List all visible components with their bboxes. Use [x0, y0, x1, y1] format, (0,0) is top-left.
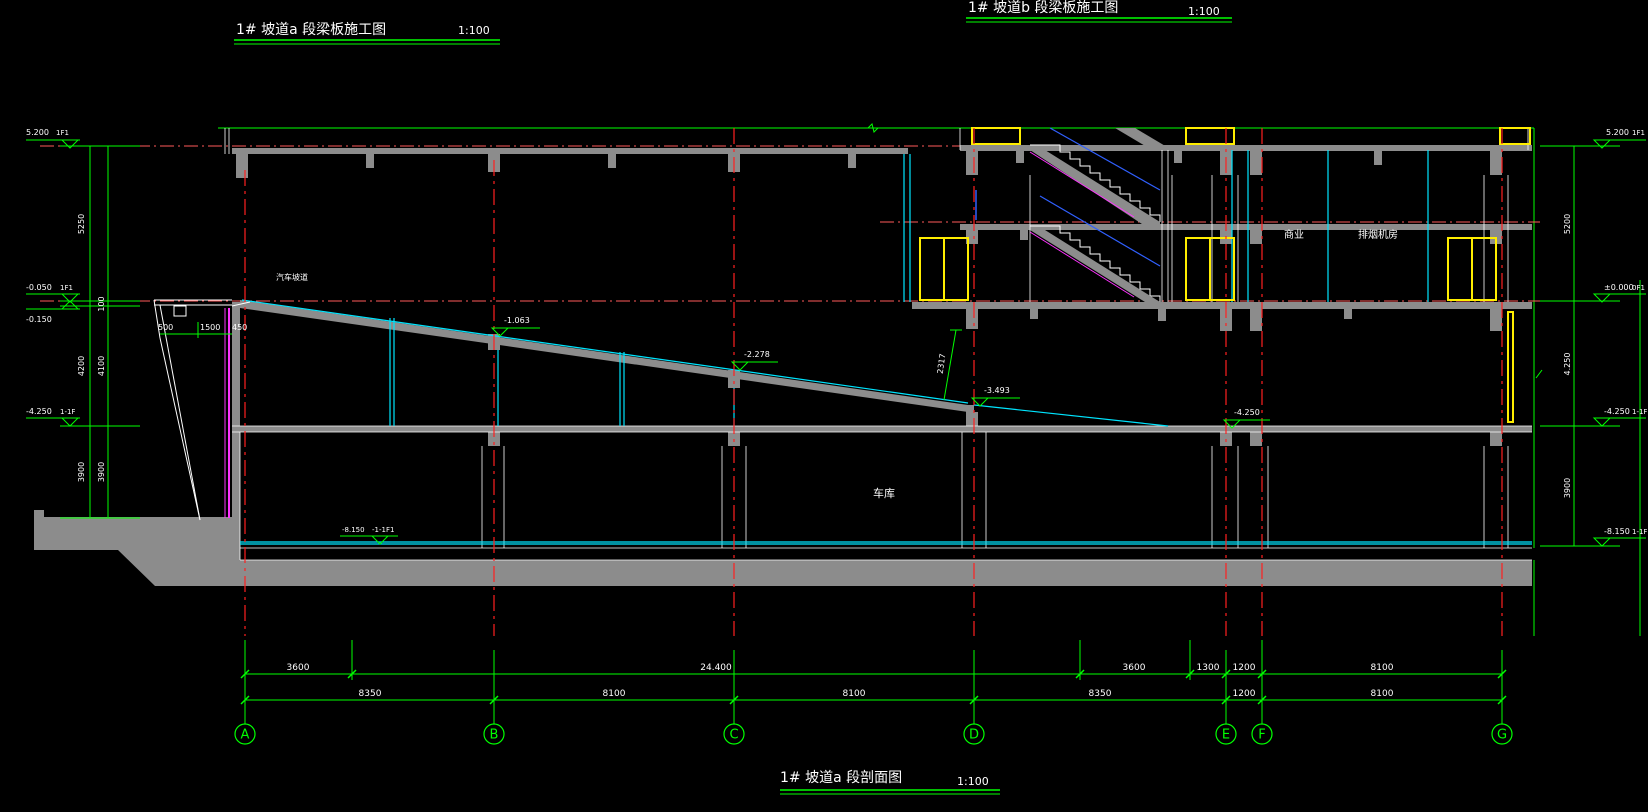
ramp-level-1: -2.278	[744, 350, 770, 359]
title-section-scale: 1:100	[957, 775, 989, 788]
grid-bubble-e: E	[1215, 710, 1237, 745]
left-elev-ground-note: 1F1	[60, 284, 73, 292]
level-lines	[40, 145, 1550, 302]
left-elev-top-note: 1F1	[56, 129, 69, 137]
grid-bubble-a: A	[234, 710, 256, 745]
elevation-markers	[60, 139, 1612, 547]
left-elev-ground-sub: -0.150	[26, 315, 52, 324]
frame-lines	[218, 123, 1641, 636]
dim-upper-5: 8100	[1371, 663, 1394, 673]
dim-lower-1: 8100	[603, 689, 626, 699]
title-section-text: 1# 坡道a 段剖面图	[780, 770, 902, 786]
right-elev-top: 5.200	[1606, 128, 1629, 137]
left-elev-mid-note: 1-1F	[60, 408, 75, 416]
title-plan-b: 1# 坡道b 段梁板施工图 1:100	[966, 0, 1232, 23]
title-plan-b-text: 1# 坡道b 段梁板施工图	[968, 0, 1118, 16]
right-height-0: 5200	[1563, 214, 1572, 234]
right-elev-bottom-note: 1-1F	[1632, 528, 1647, 536]
title-plan-a-text: 1# 坡道a 段梁板施工图	[236, 22, 386, 38]
cad-drawing-canvas: 1# 坡道a 段梁板施工图 1:100 1# 坡道b 段梁板施工图 1:100 …	[0, 0, 1648, 812]
floor-level: -8.150	[342, 526, 365, 534]
small-dim-c: 450	[232, 323, 247, 332]
grid-label-d: D	[969, 728, 979, 743]
dimension-ticks	[240, 669, 1507, 705]
room-label-mech: 排烟机房	[1358, 228, 1398, 241]
right-height-1: 4.250	[1563, 353, 1572, 376]
grid-label-b: B	[490, 728, 499, 743]
right-height-2: 3900	[1563, 478, 1572, 498]
dim-upper-2: 3600	[1123, 663, 1146, 673]
room-label-entrance: 汽车坡道	[276, 272, 308, 282]
left-elev-mid: -4.250	[26, 407, 52, 416]
dim-upper-0: 3600	[287, 663, 310, 673]
right-elev-mid: -4.250	[1604, 407, 1630, 416]
left-elevation-text: 5.200 1F1 -0.050 1F1 -0.150 -4.250 1-1F	[26, 128, 75, 416]
right-elevation-text: 5.200 1F1 ±0.000 0F1 -4.250 1-1F -8.150 …	[1604, 128, 1647, 536]
right-elev-ground: ±0.000	[1604, 283, 1634, 292]
right-elev-mid-note: 1-1F	[1632, 408, 1647, 416]
ramp-level-0: -1.063	[504, 316, 530, 325]
dim-lower-2: 8100	[843, 689, 866, 699]
grid-bubbles: A B C D E F G	[234, 710, 1513, 745]
title-plan-a-scale: 1:100	[458, 24, 490, 37]
left-elev-ground: -0.050	[26, 283, 52, 292]
left-height-0: 5250	[77, 214, 86, 234]
left-height-5: 3900	[97, 462, 106, 482]
right-elev-top-note: 1F1	[1632, 129, 1645, 137]
wall-waterproofing	[224, 308, 230, 518]
dimension-text: 3600 24.400 3600 1300 1200 8100 8350 810…	[287, 663, 1394, 699]
ramp-level-text: -1.063 -2.278 -3.493 -4.250 -8.150 -1-1F…	[342, 316, 1260, 534]
right-height-text: 5200 4.250 3900	[1563, 214, 1572, 498]
floor-level-note: -1-1F1	[372, 526, 394, 534]
stair	[975, 127, 1172, 302]
left-height-2: 4200	[77, 356, 86, 376]
dim-lower-5: 8100	[1371, 689, 1394, 699]
room-label-shop: 商业	[1284, 228, 1304, 241]
grid-bubble-c: C	[723, 710, 745, 745]
title-plan-a: 1# 坡道a 段梁板施工图 1:100	[234, 22, 500, 45]
structure-slabs	[34, 145, 1532, 586]
small-dim-clear-height: 2317	[936, 353, 948, 374]
title-plan-b-scale: 1:100	[1188, 5, 1220, 18]
grid-bubble-b: B	[483, 710, 505, 745]
room-labels: 车库 商业 排烟机房 汽车坡道	[276, 228, 1398, 500]
grid-bubble-f: F	[1251, 710, 1273, 745]
left-elev-top: 5.200	[26, 128, 49, 137]
right-elev-ground-note: 0F1	[1632, 284, 1645, 292]
left-height-3: 4100	[97, 356, 106, 376]
left-height-1: 100	[97, 296, 106, 311]
grid-bubble-g: G	[1491, 710, 1513, 745]
section-drawing: 1# 坡道a 段梁板施工图 1:100 1# 坡道b 段梁板施工图 1:100 …	[26, 0, 1647, 795]
ramp-level-3: -4.250	[1234, 408, 1260, 417]
room-label-garage: 车库	[873, 486, 895, 500]
left-height-text: 5250 100 4200 4100 3900 3900	[77, 214, 106, 482]
dim-lower-0: 8350	[359, 689, 382, 699]
dim-lower-4: 1200	[1233, 689, 1256, 699]
small-dim-a: 500	[158, 323, 173, 332]
title-section: 1# 坡道a 段剖面图 1:100	[780, 770, 1000, 795]
left-height-4: 3900	[77, 462, 86, 482]
small-dim-b: 1500	[200, 323, 220, 332]
grid-label-f: F	[1258, 728, 1265, 743]
dim-upper-3: 1300	[1197, 663, 1220, 673]
dim-upper-4: 1200	[1233, 663, 1256, 673]
dim-upper-1: 24.400	[700, 663, 732, 673]
ramp-finish-lines	[240, 150, 1532, 545]
ramp-level-2: -3.493	[984, 386, 1010, 395]
grid-label-g: G	[1497, 728, 1507, 743]
grid-bubble-d: D	[963, 710, 985, 745]
grid-label-e: E	[1222, 728, 1230, 743]
grid-label-a: A	[241, 728, 250, 743]
grid-label-c: C	[729, 728, 738, 743]
dim-lower-3: 8350	[1089, 689, 1112, 699]
right-elev-bottom: -8.150	[1604, 527, 1630, 536]
